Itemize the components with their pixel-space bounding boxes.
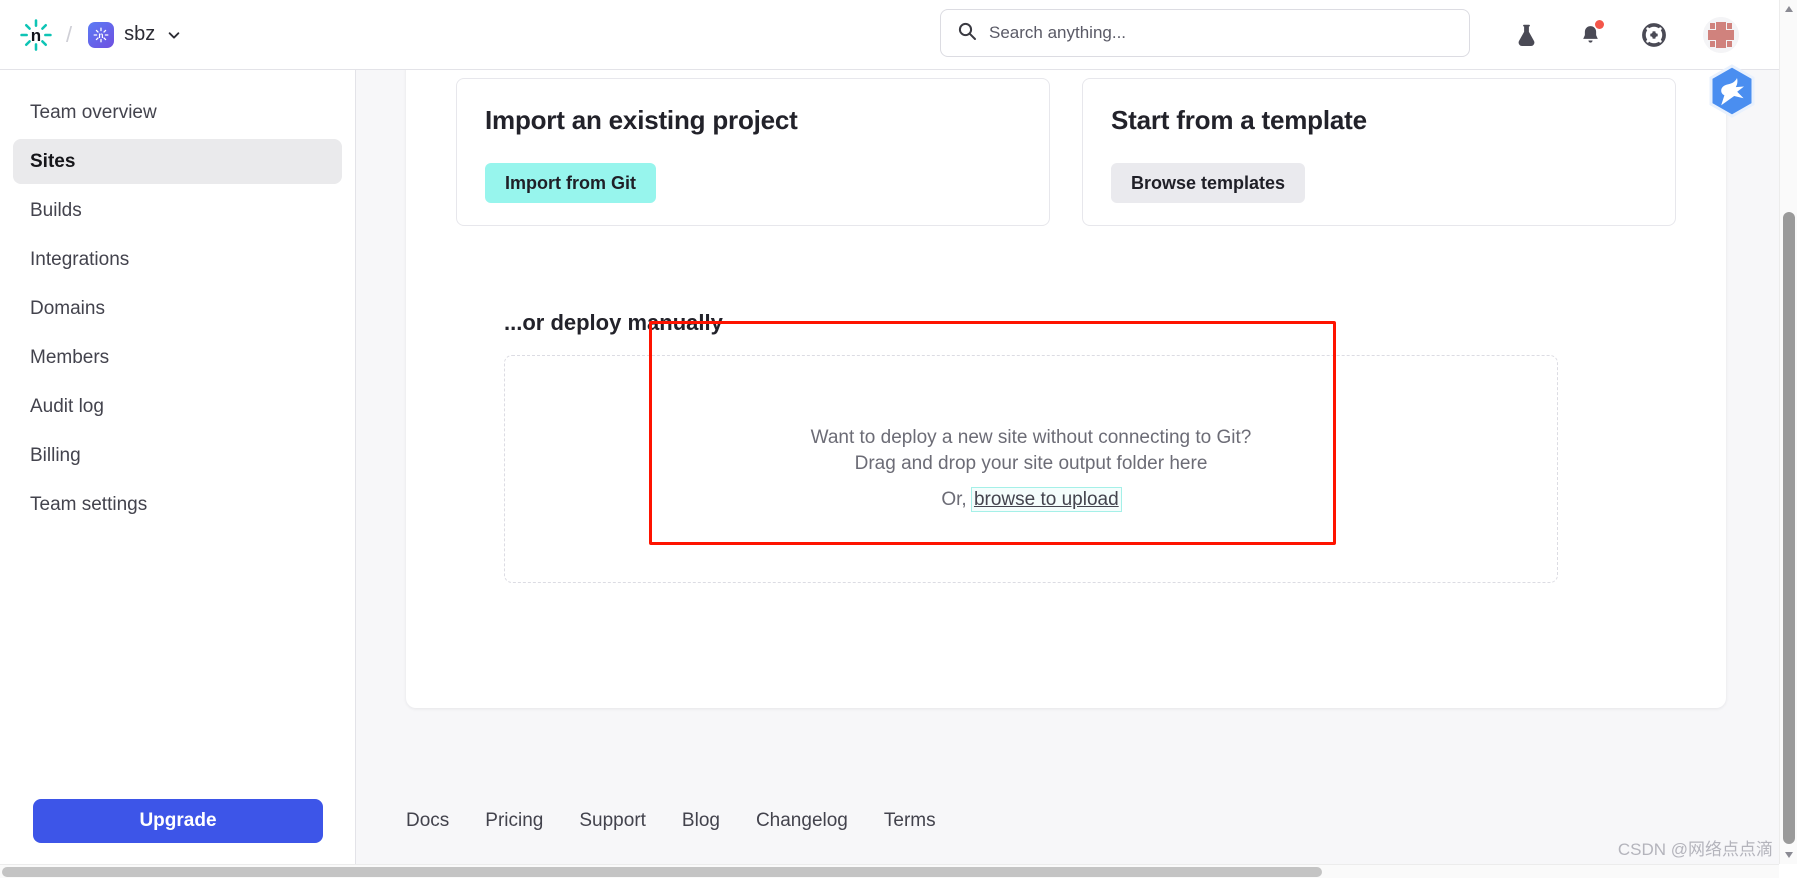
- sidebar: Team overview Sites Builds Integrations …: [0, 70, 356, 878]
- dropzone-line-2: Drag and drop your site output folder he…: [854, 453, 1208, 474]
- sidebar-item-audit-log[interactable]: Audit log: [13, 384, 342, 429]
- sidebar-item-label: Sites: [30, 150, 76, 172]
- sidebar-item-sites[interactable]: Sites: [13, 139, 342, 184]
- notification-badge: [1595, 20, 1604, 29]
- scroll-up-arrow-icon[interactable]: [1780, 0, 1797, 18]
- start-from-template-card: Start from a template Browse templates: [1082, 78, 1676, 226]
- sidebar-item-builds[interactable]: Builds: [13, 188, 342, 233]
- team-selector[interactable]: n sbz: [82, 18, 187, 52]
- footer-link-pricing[interactable]: Pricing: [485, 810, 543, 832]
- app-header: n / n sbz: [0, 0, 1779, 70]
- netlify-logo-icon[interactable]: n: [16, 15, 56, 55]
- footer-links: Docs Pricing Support Blog Changelog Term…: [406, 810, 936, 832]
- sites-panel: Import an existing project Import from G…: [406, 70, 1726, 708]
- global-search[interactable]: [940, 9, 1470, 57]
- header-icon-group: [1511, 0, 1739, 70]
- quick-start-cards: Import an existing project Import from G…: [406, 78, 1726, 226]
- sidebar-nav: Team overview Sites Builds Integrations …: [0, 70, 355, 527]
- search-input[interactable]: [989, 23, 1453, 43]
- upgrade-button[interactable]: Upgrade: [33, 799, 323, 843]
- scroll-down-arrow-icon[interactable]: [1780, 846, 1797, 864]
- sidebar-item-label: Builds: [30, 199, 82, 221]
- watermark-text: CSDN @网络点点滴: [1617, 840, 1773, 859]
- netlify-team-avatar-icon: n: [88, 21, 115, 48]
- sidebar-item-integrations[interactable]: Integrations: [13, 237, 342, 282]
- svg-text:n: n: [31, 25, 41, 44]
- breadcrumb-separator: /: [66, 21, 73, 47]
- dropzone-line-1: Want to deploy a new site without connec…: [810, 427, 1252, 448]
- browse-to-upload-link[interactable]: browse to upload: [970, 487, 1122, 512]
- footer-link-changelog[interactable]: Changelog: [756, 810, 848, 832]
- user-avatar[interactable]: [1703, 17, 1739, 53]
- manual-deploy-dropzone[interactable]: Want to deploy a new site without connec…: [504, 355, 1558, 583]
- svg-text:n: n: [99, 29, 104, 39]
- team-name-label: sbz: [124, 23, 156, 45]
- import-project-card: Import an existing project Import from G…: [456, 78, 1050, 226]
- notifications-bell-icon[interactable]: [1575, 20, 1605, 50]
- sidebar-item-label: Integrations: [30, 248, 130, 270]
- sidebar-item-label: Team settings: [30, 493, 148, 515]
- card-title: Start from a template: [1111, 105, 1367, 135]
- search-box[interactable]: [940, 9, 1470, 57]
- sidebar-item-label: Audit log: [30, 395, 104, 417]
- import-from-git-button[interactable]: Import from Git: [485, 163, 656, 203]
- sidebar-item-team-settings[interactable]: Team settings: [13, 482, 342, 527]
- app-root: n / n sbz Search anything... Team overvi…: [0, 0, 1797, 878]
- browse-templates-button[interactable]: Browse templates: [1111, 163, 1306, 203]
- vertical-scrollbar-thumb[interactable]: [1783, 212, 1795, 844]
- sidebar-item-team-overview[interactable]: Team overview: [13, 90, 342, 135]
- footer-link-support[interactable]: Support: [579, 810, 646, 832]
- horizontal-scrollbar-thumb[interactable]: [2, 867, 1322, 877]
- footer-link-blog[interactable]: Blog: [682, 810, 720, 832]
- chevron-down-icon: [167, 28, 181, 42]
- sidebar-item-label: Domains: [30, 297, 105, 319]
- dropzone-or-prefix: Or,: [941, 489, 967, 510]
- dropzone-line-3: Or, browse to upload: [941, 487, 1122, 512]
- sidebar-item-domains[interactable]: Domains: [13, 286, 342, 331]
- vertical-scrollbar[interactable]: [1779, 0, 1797, 864]
- upgrade-section: Upgrade: [0, 799, 356, 843]
- sidebar-item-label: Team overview: [30, 101, 157, 123]
- bird-extension-icon[interactable]: [1703, 62, 1761, 120]
- labs-flask-icon[interactable]: [1511, 20, 1541, 50]
- card-title: Import an existing project: [485, 105, 798, 135]
- sidebar-item-billing[interactable]: Billing: [13, 433, 342, 478]
- search-icon: [957, 21, 977, 46]
- main-content: Import an existing project Import from G…: [356, 70, 1779, 878]
- footer-link-terms[interactable]: Terms: [884, 810, 936, 832]
- deploy-manually-title: ...or deploy manually: [504, 310, 723, 335]
- horizontal-scrollbar[interactable]: [0, 864, 1779, 878]
- help-lifebuoy-icon[interactable]: [1639, 20, 1669, 50]
- sidebar-item-label: Members: [30, 346, 110, 368]
- sidebar-item-label: Billing: [30, 444, 81, 466]
- sidebar-item-members[interactable]: Members: [13, 335, 342, 380]
- footer-link-docs[interactable]: Docs: [406, 810, 449, 832]
